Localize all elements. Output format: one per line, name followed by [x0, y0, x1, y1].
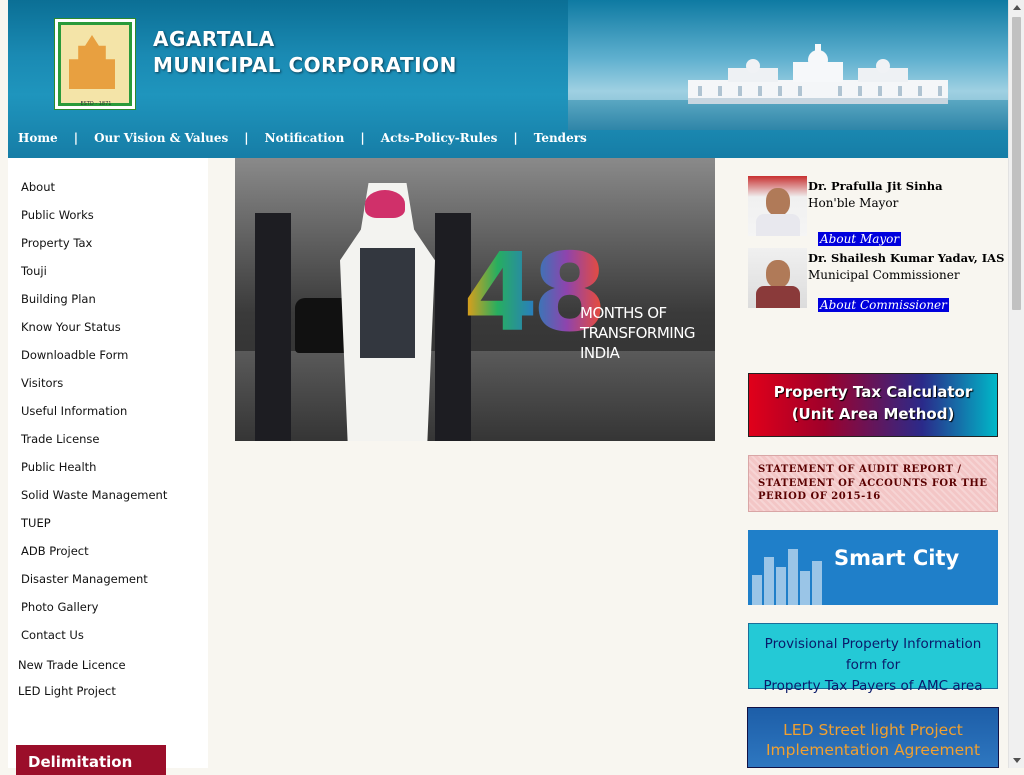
nav-separator: | — [244, 131, 249, 145]
led-streetlight-banner[interactable]: LED Street light Project Implementation … — [747, 707, 999, 768]
banner-person-vest — [360, 248, 415, 358]
scrollbar-thumb[interactable] — [1012, 17, 1021, 310]
sidebar-item-property-tax[interactable]: Property Tax — [8, 232, 208, 260]
logo-estd: ESTD - 1871 — [80, 101, 112, 107]
audit-line2: STATEMENT OF ACCOUNTS FOR THE — [758, 477, 988, 489]
nav-separator: | — [73, 131, 79, 145]
corporation-logo[interactable]: ESTD - 1871 — [54, 18, 136, 110]
commissioner-role: Municipal Commissioner — [808, 268, 960, 282]
sidebar-item-trade-license[interactable]: Trade License — [8, 428, 208, 456]
sidebar-item-public-health[interactable]: Public Health — [8, 456, 208, 484]
site-title-line2: MUNICIPAL CORPORATION — [153, 53, 457, 77]
sidebar-link-led-light-project[interactable]: LED Light Project — [8, 678, 208, 704]
banner-person-turban — [365, 190, 405, 218]
mayor-shirt — [756, 214, 800, 236]
nav-separator: | — [360, 131, 365, 145]
sidebar-item-public-works[interactable]: Public Works — [8, 204, 208, 232]
sidebar-item-about[interactable]: About — [8, 176, 208, 204]
skyline-building — [800, 571, 810, 605]
skyline-building — [752, 575, 762, 605]
banner-caption-line3: INDIA — [580, 344, 620, 362]
skyline-building — [764, 557, 774, 605]
audit-line1: STATEMENT OF AUDIT REPORT / — [758, 464, 962, 475]
sidebar-item-adb-project[interactable]: ADB Project — [8, 540, 208, 568]
nav-vision-values[interactable]: Our Vision & Values — [84, 131, 238, 145]
commissioner-shirt — [756, 286, 800, 308]
hero-banner[interactable]: 48 MONTHS OF TRANSFORMING INDIA — [235, 158, 715, 441]
banner-guard — [255, 213, 291, 441]
about-commissioner-link[interactable]: About Commissioner — [818, 298, 949, 312]
sidebar-link-new-trade-licence[interactable]: New Trade Licence — [8, 652, 208, 678]
smart-city-label: Smart City — [834, 546, 960, 570]
sidebar-item-solid-waste-management[interactable]: Solid Waste Management — [8, 484, 208, 512]
delimitation-banner[interactable]: Delimitation — [16, 745, 166, 775]
commissioner-photo — [748, 248, 807, 308]
site-header: ESTD - 1871 AGARTALA MUNICIPAL CORPORATI… — [8, 0, 1008, 158]
banner-road — [235, 351, 715, 441]
mayor-photo — [748, 176, 807, 236]
sidebar-item-contact-us[interactable]: Contact Us — [8, 624, 208, 652]
commissioner-face — [766, 260, 790, 288]
sidebar-item-building-plan[interactable]: Building Plan — [8, 288, 208, 316]
skyline-building — [788, 549, 798, 605]
property-tax-calculator-banner[interactable]: Property Tax Calculator (Unit Area Metho… — [748, 373, 998, 437]
provisional-line1: Provisional Property Information form fo… — [764, 636, 982, 673]
audit-report-banner[interactable]: STATEMENT OF AUDIT REPORT / STATEMENT OF… — [748, 455, 998, 512]
smart-city-banner[interactable]: Smart City — [748, 530, 998, 605]
banner-caption-line1: MONTHS OF — [580, 304, 667, 322]
sidebar-item-visitors[interactable]: Visitors — [8, 372, 208, 400]
top-navigation: Home | Our Vision & Values | Notificatio… — [8, 128, 597, 148]
site-title-line1: AGARTALA — [153, 27, 275, 51]
tax-calculator-line2: (Unit Area Method) — [791, 405, 955, 423]
sidebar-item-touji[interactable]: Touji — [8, 260, 208, 288]
nav-separator: | — [513, 131, 518, 145]
provisional-line2: Property Tax Payers of AMC area — [763, 678, 983, 694]
official-commissioner: Dr. Shailesh Kumar Yadav, IAS Municipal … — [748, 248, 1008, 320]
provisional-property-form-banner[interactable]: Provisional Property Information form fo… — [748, 623, 998, 694]
nav-home[interactable]: Home — [8, 131, 68, 145]
led-line1: LED Street light Project — [783, 721, 963, 739]
mayor-face — [766, 188, 790, 216]
nav-acts-policy-rules[interactable]: Acts-Policy-Rules — [371, 131, 508, 145]
about-mayor-link[interactable]: About Mayor — [818, 232, 902, 246]
sidebar-item-useful-information[interactable]: Useful Information — [8, 400, 208, 428]
scroll-up-arrow-icon[interactable] — [1013, 5, 1021, 10]
tax-calculator-line1: Property Tax Calculator — [773, 383, 973, 401]
scroll-down-arrow-icon[interactable] — [1013, 758, 1021, 763]
page-scrollbar[interactable] — [1008, 0, 1024, 768]
sidebar-item-photo-gallery[interactable]: Photo Gallery — [8, 596, 208, 624]
mayor-name: Dr. Prafulla Jit Sinha — [808, 179, 943, 193]
ujjayanta-palace-image — [688, 44, 948, 104]
banner-caption-line2: TRANSFORMING — [580, 324, 696, 342]
led-line2: Implementation Agreement — [765, 741, 981, 759]
sidebar-menu: About Public Works Property Tax Touji Bu… — [8, 158, 208, 652]
skyline-building — [776, 567, 786, 605]
officials-panel: Dr. Prafulla Jit Sinha Hon'ble Mayor Abo… — [748, 176, 1008, 320]
sidebar-item-disaster-management[interactable]: Disaster Management — [8, 568, 208, 596]
audit-line3: PERIOD OF 2015-16 — [758, 491, 881, 502]
sidebar-item-downloadble-form[interactable]: Downloadble Form — [8, 344, 208, 372]
site-title: AGARTALA MUNICIPAL CORPORATION — [153, 26, 457, 78]
sidebar-item-know-your-status[interactable]: Know Your Status — [8, 316, 208, 344]
skyline-building — [812, 561, 822, 605]
banner-caption: MONTHS OF TRANSFORMING INDIA — [580, 303, 696, 363]
official-mayor: Dr. Prafulla Jit Sinha Hon'ble Mayor Abo… — [748, 176, 1008, 248]
left-sidebar: About Public Works Property Tax Touji Bu… — [8, 158, 208, 768]
commissioner-name: Dr. Shailesh Kumar Yadav, IAS — [808, 251, 1005, 265]
nav-notification[interactable]: Notification — [255, 131, 355, 145]
nav-tenders[interactable]: Tenders — [524, 131, 597, 145]
sidebar-item-tuep[interactable]: TUEP — [8, 512, 208, 540]
mayor-role: Hon'ble Mayor — [808, 196, 899, 210]
